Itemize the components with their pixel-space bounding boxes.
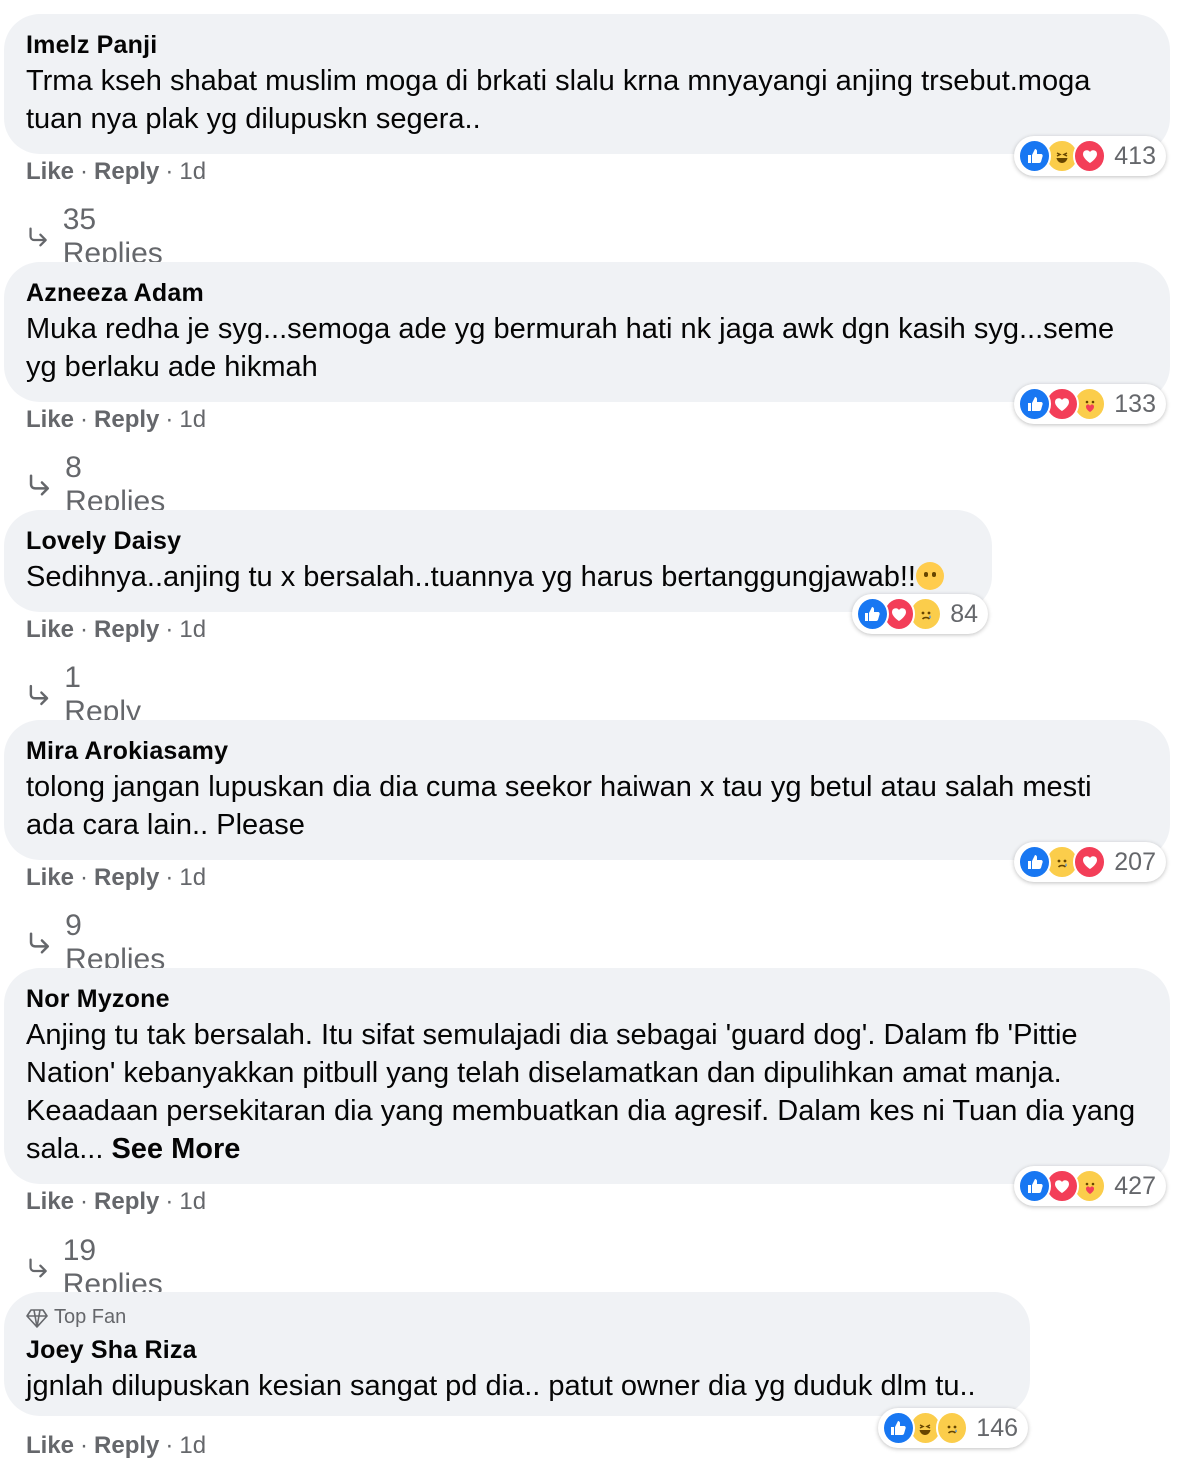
reply-arrow-icon <box>26 222 49 252</box>
replies-count[interactable]: 35 Replies <box>63 203 170 271</box>
love-icon <box>1072 845 1107 879</box>
reaction-summary[interactable]: 133 <box>1014 384 1166 424</box>
comment-text: Sedihnya..anjing tu x bersalah..tuannya … <box>26 558 970 596</box>
comment-text: jgnlah dilupuskan kesian sangat pd dia..… <box>26 1370 976 1402</box>
comment-time[interactable]: 1d <box>179 616 206 644</box>
comment-bubble: Imelz Panji Trma kseh shabat muslim moga… <box>4 14 1170 154</box>
view-replies-link[interactable]: 8 Replies <box>26 451 170 519</box>
reaction-count: 84 <box>950 599 979 628</box>
sad-icon <box>935 1411 969 1445</box>
like-icon <box>1018 387 1052 421</box>
like-button[interactable]: Like <box>26 864 74 892</box>
diamond-icon <box>26 1307 48 1329</box>
comment-actions: Like · Reply · 1d <box>26 1432 207 1460</box>
like-icon <box>882 1411 915 1445</box>
like-button[interactable]: Like <box>26 616 74 644</box>
comment-actions: Like · Reply · 1d <box>26 158 207 186</box>
view-replies-link[interactable]: 9 Replies <box>26 909 170 977</box>
reaction-count: 146 <box>976 1413 1019 1442</box>
comment-time[interactable]: 1d <box>179 158 206 186</box>
like-icon <box>1018 139 1052 173</box>
comment-text: Trma kseh shabat muslim moga di brkati s… <box>26 65 1091 135</box>
comment-author[interactable]: Mira Arokiasamy <box>26 736 1148 766</box>
reply-button[interactable]: Reply <box>94 406 159 434</box>
reply-button[interactable]: Reply <box>94 158 159 186</box>
reply-button[interactable]: Reply <box>94 616 159 644</box>
sad-face-emoji-icon <box>915 562 944 590</box>
like-icon <box>856 597 889 631</box>
view-replies-link[interactable]: 35 Replies <box>26 203 170 271</box>
comment-author[interactable]: Imelz Panji <box>26 30 1148 60</box>
reaction-count: 427 <box>1114 1171 1156 1200</box>
reply-button[interactable]: Reply <box>94 1432 159 1460</box>
reaction-summary[interactable]: 413 <box>1014 136 1166 176</box>
comment-time[interactable]: 1d <box>179 1188 206 1216</box>
reaction-count: 133 <box>1114 389 1156 418</box>
replies-count[interactable]: 1 Reply <box>64 661 146 729</box>
comment-actions: Like · Reply · 1d <box>26 1188 207 1216</box>
like-icon <box>1018 845 1052 879</box>
reaction-summary[interactable]: 146 <box>878 1408 1028 1448</box>
reaction-count: 413 <box>1114 141 1156 170</box>
comment-text: Anjing tu tak bersalah. Itu sifat semula… <box>26 1016 1148 1168</box>
reply-button[interactable]: Reply <box>94 864 159 892</box>
reaction-summary[interactable]: 207 <box>1014 842 1166 882</box>
like-button[interactable]: Like <box>26 1188 74 1216</box>
reply-button[interactable]: Reply <box>94 1188 159 1216</box>
reply-arrow-icon <box>26 470 51 500</box>
comment-author[interactable]: Nor Myzone <box>26 984 1148 1014</box>
comment-actions: Like · Reply · 1d <box>26 616 207 644</box>
reply-arrow-icon <box>26 928 51 958</box>
like-button[interactable]: Like <box>26 158 74 186</box>
reaction-summary[interactable]: 427 <box>1014 1166 1166 1206</box>
comment-bubble: Mira Arokiasamy tolong jangan lupuskan d… <box>4 720 1170 860</box>
comment-text-body: Sedihnya..anjing tu x bersalah..tuannya … <box>26 561 916 593</box>
replies-count[interactable]: 8 Replies <box>65 451 170 519</box>
like-icon <box>1018 1169 1052 1203</box>
replies-count[interactable]: 9 Replies <box>65 909 170 977</box>
love-icon <box>1072 139 1107 173</box>
comment-author[interactable]: Lovely Daisy <box>26 526 970 556</box>
comment-actions: Like · Reply · 1d <box>26 864 207 892</box>
comment-text: Muka redha je syg...semoga ade yg bermur… <box>26 313 1115 383</box>
comment-bubble: Lovely Daisy Sedihnya..anjing tu x bersa… <box>4 510 992 612</box>
comment-author[interactable]: Joey Sha Riza <box>26 1335 1008 1365</box>
reply-arrow-icon <box>26 680 50 710</box>
comment-time[interactable]: 1d <box>179 406 206 434</box>
comment-actions: Like · Reply · 1d <box>26 406 207 434</box>
comment-bubble: Nor Myzone Anjing tu tak bersalah. Itu s… <box>4 968 1170 1184</box>
top-fan-badge: Top Fan <box>26 1306 1008 1329</box>
comment-time[interactable]: 1d <box>179 1432 206 1460</box>
comment-bubble: Top Fan Joey Sha Riza jgnlah dilupuskan … <box>4 1292 1030 1416</box>
reaction-count: 207 <box>1114 847 1156 876</box>
reaction-summary[interactable]: 84 <box>852 594 988 634</box>
reply-arrow-icon <box>26 1253 49 1283</box>
view-replies-link[interactable]: 1 Reply <box>26 661 147 729</box>
top-fan-label: Top Fan <box>54 1306 127 1328</box>
like-button[interactable]: Like <box>26 1432 74 1460</box>
comment-bubble: Azneeza Adam Muka redha je syg...semoga … <box>4 262 1170 402</box>
comment-text: tolong jangan lupuskan dia dia cuma seek… <box>26 771 1092 841</box>
see-more-link[interactable]: See More <box>111 1133 240 1165</box>
comment-time[interactable]: 1d <box>179 864 206 892</box>
comment-author[interactable]: Azneeza Adam <box>26 278 1148 308</box>
like-button[interactable]: Like <box>26 406 74 434</box>
